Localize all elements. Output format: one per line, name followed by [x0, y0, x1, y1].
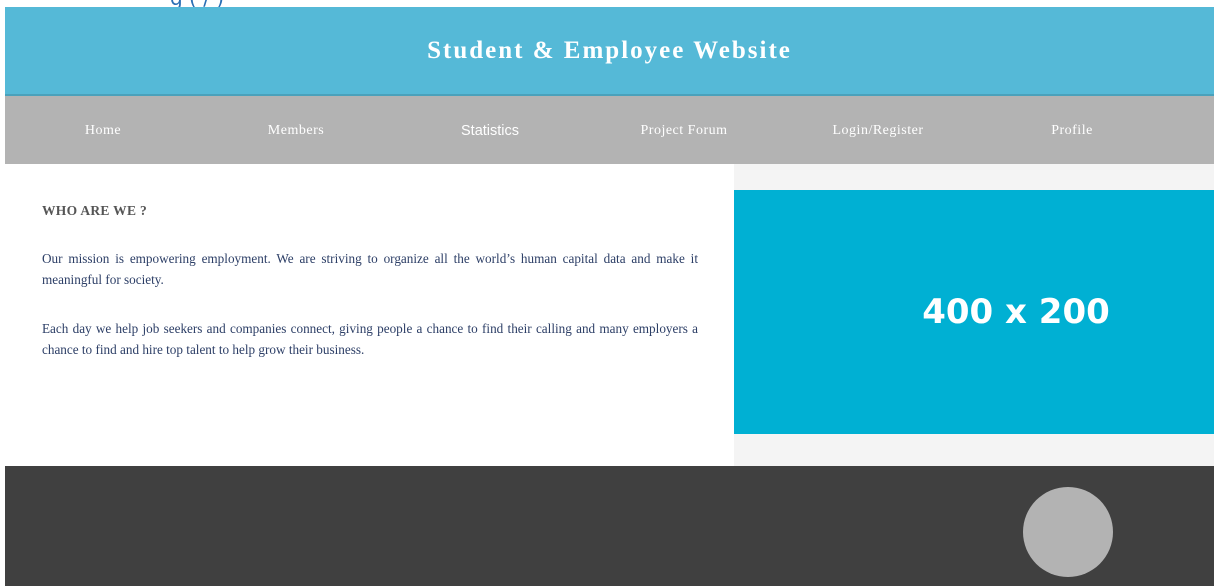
nav-statistics-link[interactable]: Statistics — [461, 96, 519, 164]
avatar — [1023, 487, 1113, 577]
about-section: WHO ARE WE ? Our mission is empowering e… — [5, 164, 734, 466]
site-header: Student & Employee Website — [5, 7, 1214, 96]
site-title: Student & Employee Website — [427, 36, 792, 64]
site-footer — [5, 466, 1214, 586]
daily-help-paragraph: Each day we help job seekers and compani… — [42, 321, 698, 357]
top-strip: g ( / ) — [0, 0, 1214, 7]
main-nav: Home Members Statistics Project Forum Lo… — [5, 96, 1214, 164]
nav-login-register-link[interactable]: Login/Register — [833, 96, 924, 164]
image-panel: 400 x 200 — [734, 164, 1214, 466]
nav-members-link[interactable]: Members — [268, 96, 324, 164]
nav-project-forum-link[interactable]: Project Forum — [641, 96, 728, 164]
placeholder-image-label: 400 x 200 — [922, 292, 1110, 332]
about-heading: WHO ARE WE ? — [42, 203, 147, 218]
nav-profile-link[interactable]: Profile — [1051, 96, 1093, 164]
clipped-heading-fragment: g ( / ) — [170, 0, 224, 7]
nav-home-link[interactable]: Home — [85, 96, 121, 164]
placeholder-image: 400 x 200 — [734, 190, 1214, 434]
mission-paragraph: Our mission is empowering employment. We… — [42, 251, 698, 287]
